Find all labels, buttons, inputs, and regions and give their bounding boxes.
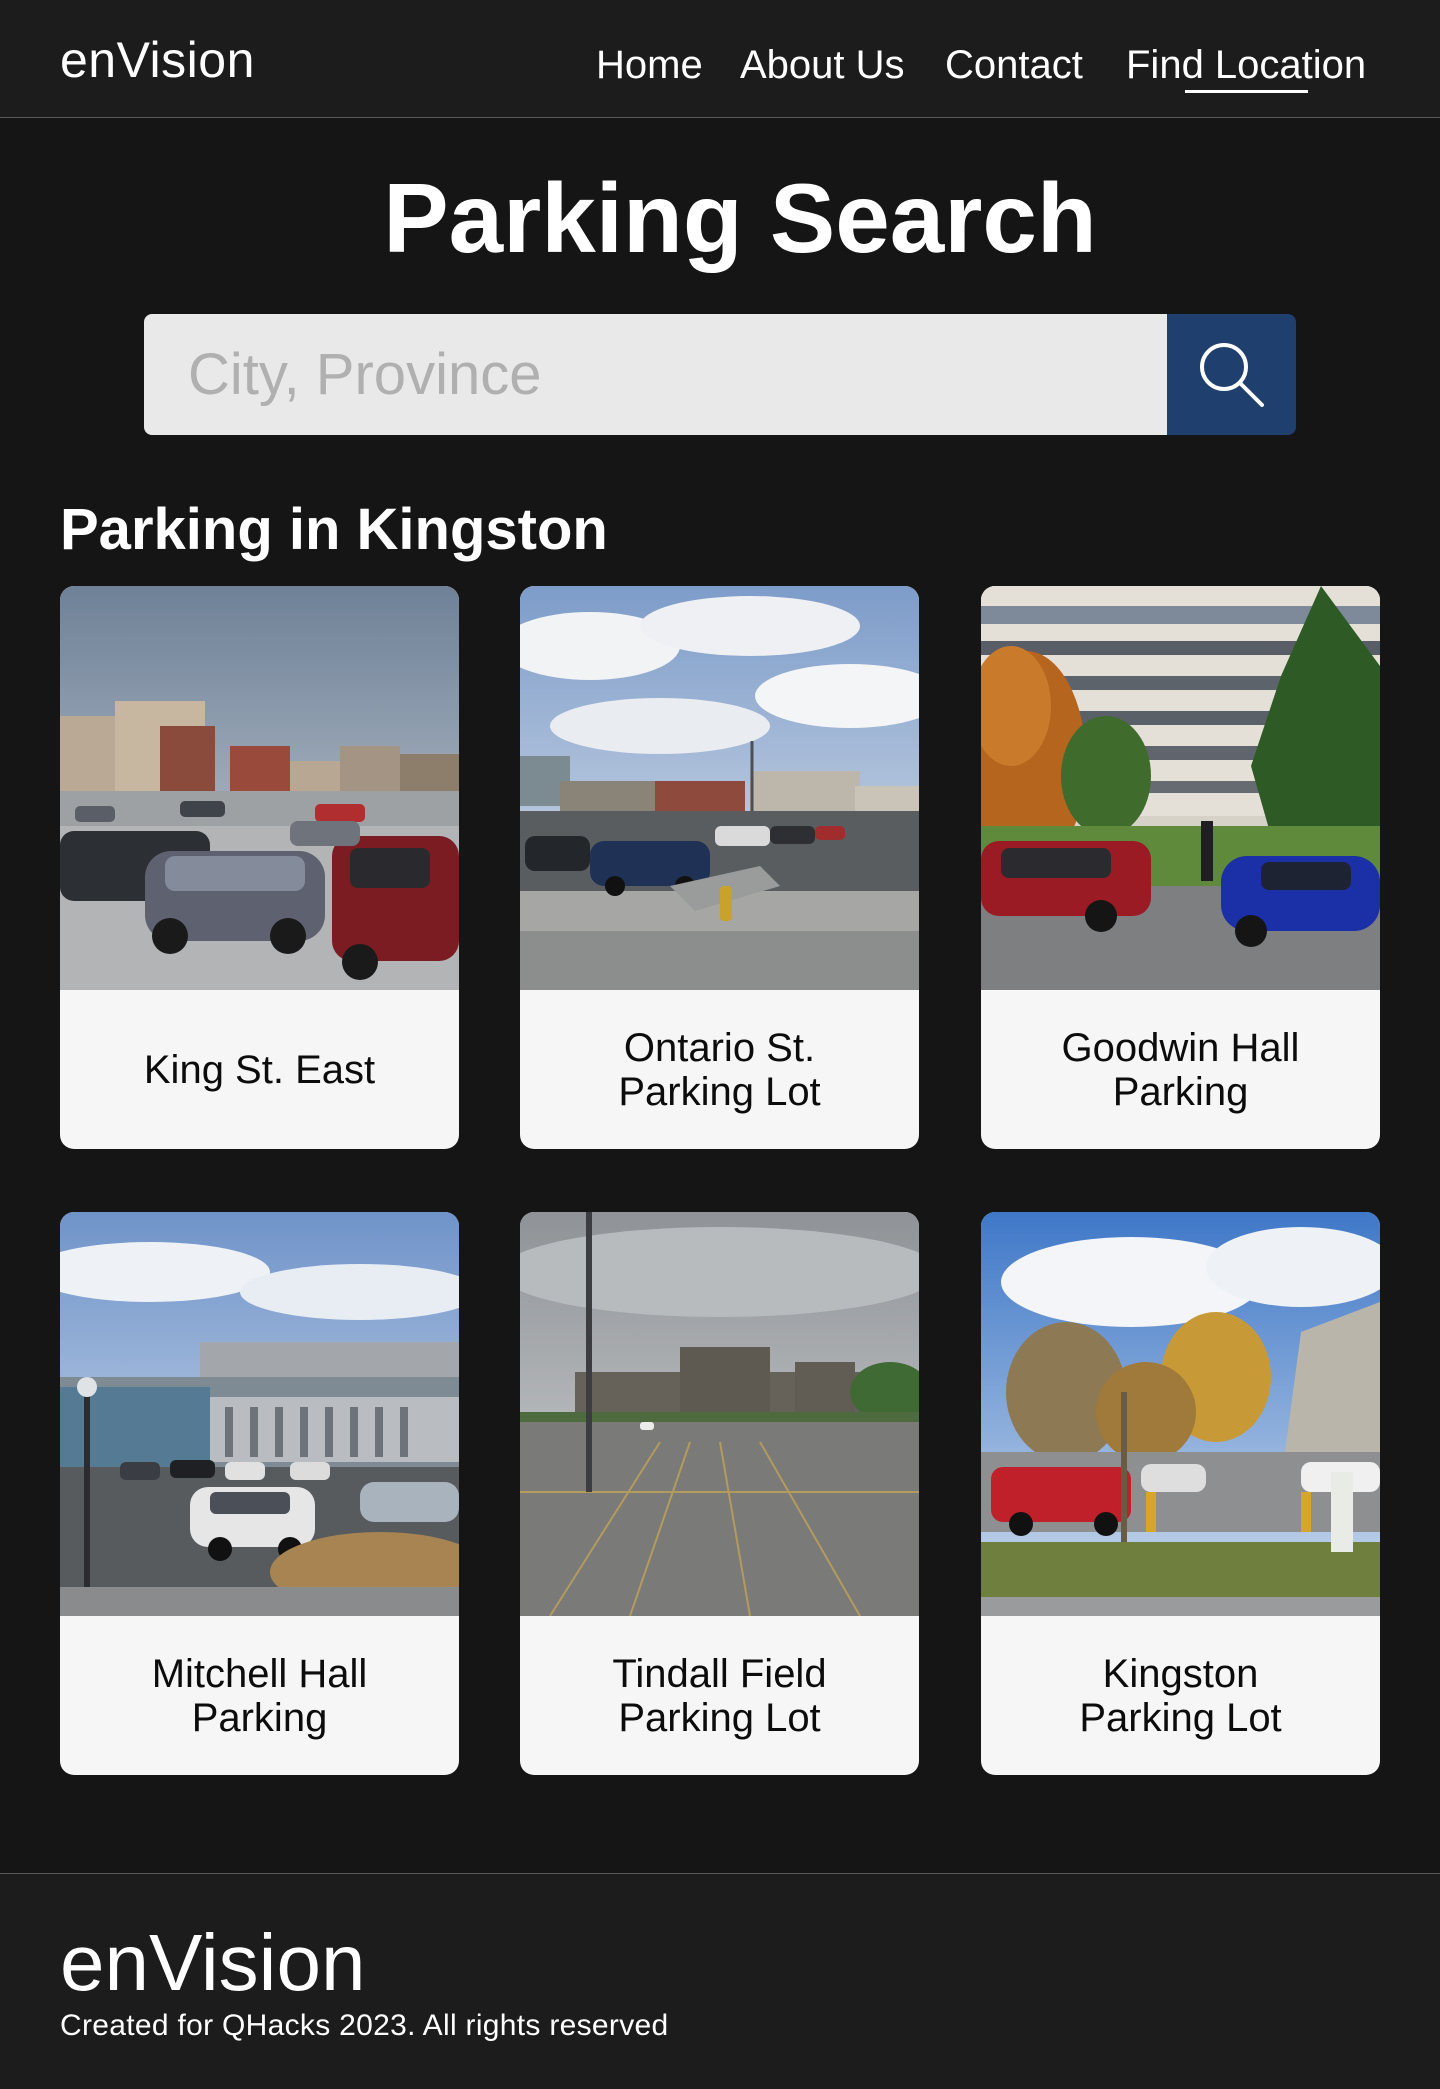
site-footer: enVision Created for QHacks 2023. All ri… — [0, 1873, 1440, 2089]
parking-card[interactable]: Kingston Parking Lot — [981, 1212, 1380, 1775]
parking-lot-photo — [60, 1212, 459, 1616]
footer-brand-logo: enVision — [60, 1918, 366, 2007]
brand-logo[interactable]: enVision — [60, 30, 255, 90]
search-bar — [144, 314, 1296, 435]
page-title: Parking Search — [383, 163, 1097, 273]
nav-contact-link[interactable]: Contact — [945, 40, 1083, 90]
parking-card[interactable]: Mitchell Hall Parking — [60, 1212, 459, 1775]
parking-lot-photo — [981, 1212, 1380, 1616]
search-input[interactable] — [144, 314, 1167, 435]
active-nav-underline — [1185, 90, 1308, 93]
parking-lot-photo — [520, 586, 919, 990]
parking-card[interactable]: Ontario St. Parking Lot — [520, 586, 919, 1149]
footer-copyright: Created for QHacks 2023. All rights rese… — [60, 2009, 669, 2042]
results-heading: Parking in Kingston — [60, 497, 608, 562]
parking-card-label: King St. East — [143, 1047, 376, 1092]
parking-card-label: Kingston Parking Lot — [1079, 1651, 1282, 1740]
parking-lot-photo — [981, 586, 1380, 990]
parking-card-label: Mitchell Hall Parking — [151, 1651, 368, 1740]
parking-card-label: Goodwin Hall Parking — [1061, 1025, 1300, 1114]
nav-home-link[interactable]: Home — [596, 40, 703, 90]
parking-card-label: Tindall Field Parking Lot — [612, 1651, 827, 1740]
nav-about-link[interactable]: About Us — [740, 40, 905, 90]
parking-card[interactable]: Tindall Field Parking Lot — [520, 1212, 919, 1775]
nav-find-location-link[interactable]: Find Location — [1126, 40, 1366, 90]
parking-card[interactable]: Goodwin Hall Parking — [981, 586, 1380, 1149]
search-icon — [1199, 342, 1264, 407]
parking-lot-photo — [60, 586, 459, 990]
parking-card-label: Ontario St. Parking Lot — [618, 1025, 821, 1114]
parking-lot-photo — [520, 1212, 919, 1616]
top-navigation-bar: enVision Home About Us Contact Find Loca… — [0, 0, 1440, 118]
parking-card[interactable]: King St. East — [60, 586, 459, 1149]
search-button[interactable] — [1167, 314, 1296, 435]
